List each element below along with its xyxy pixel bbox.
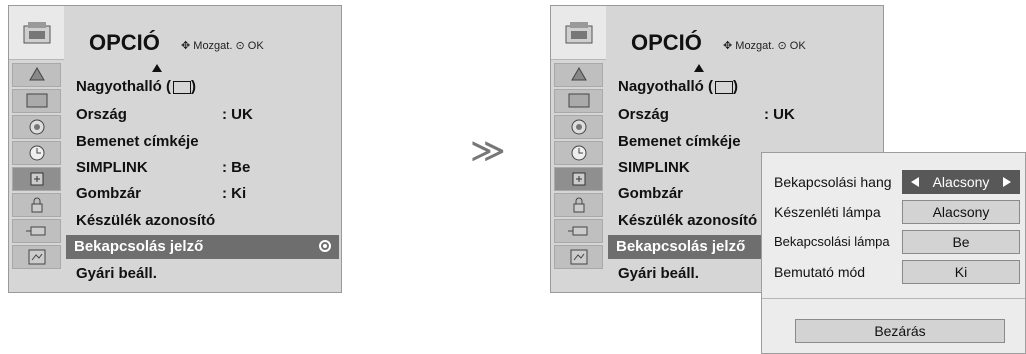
power-on-sound-select[interactable]: Alacsony [902, 170, 1020, 194]
ok-circle-icon: ⊙ [235, 40, 245, 52]
time-icon[interactable] [554, 141, 603, 165]
picture-icon[interactable] [554, 89, 603, 113]
menu-item-bemenet-cimkeje[interactable]: Bemenet címkéje [76, 130, 199, 154]
move-arrows-icon: ✥ [181, 40, 191, 52]
power-on-light-select[interactable]: Be [902, 230, 1020, 254]
time-icon[interactable] [12, 141, 61, 165]
menu-item-orszag[interactable]: Ország: UK [76, 103, 253, 127]
power-on-sound-label: Bekapcsolási hang [774, 174, 892, 190]
menu-item-keszulek-azonosito[interactable]: Készülék azonosító [618, 209, 757, 233]
category-sidebar [9, 6, 64, 292]
power-on-light-label: Bekapcsolási lámpa [774, 234, 890, 249]
menu-item-simplink[interactable]: SIMPLINK [618, 156, 690, 180]
category-sidebar [551, 6, 606, 292]
standby-light-label: Készenléti lámpa [774, 204, 881, 220]
menu-item-gombzar[interactable]: Gombzár: Ki [76, 182, 246, 206]
demo-mode-label: Bemutató mód [774, 264, 866, 280]
close-button[interactable]: Bezárás [795, 319, 1005, 343]
power-indicator-popup: Bekapcsolási hang Alacsony Készenléti lá… [761, 152, 1026, 354]
lock-icon[interactable] [554, 193, 603, 217]
navigation-hint: ✥ Mozgat. ⊙ OK [723, 40, 806, 52]
channel-icon[interactable] [12, 63, 61, 87]
scroll-up-icon[interactable] [152, 64, 162, 72]
menu-icon [9, 6, 64, 60]
menu-item-gyari-beall[interactable]: Gyári beáll. [76, 262, 157, 286]
usb-icon[interactable] [12, 245, 61, 269]
menu-item-bemenet-cimkeje[interactable]: Bemenet címkéje [618, 130, 741, 154]
caption-icon [173, 80, 192, 94]
audio-icon[interactable] [12, 115, 61, 139]
popup-divider [762, 298, 1025, 299]
demo-mode-select[interactable]: Ki [902, 260, 1020, 284]
move-arrows-icon: ✥ [723, 40, 733, 52]
standby-light-select[interactable]: Alacsony [902, 200, 1020, 224]
input-icon[interactable] [554, 219, 603, 243]
scroll-up-icon[interactable] [694, 64, 704, 72]
option-icon[interactable] [12, 167, 61, 191]
navigation-hint: ✥ Mozgat. ⊙ OK [181, 40, 264, 52]
menu-item-nagyothallo[interactable]: Nagyothalló () [76, 75, 196, 99]
arrow-right-icon[interactable] [1003, 177, 1011, 187]
menu-item-gyari-beall[interactable]: Gyári beáll. [618, 262, 699, 286]
menu-icon [551, 6, 606, 60]
menu-item-gombzar[interactable]: Gombzár [618, 182, 683, 206]
usb-icon[interactable] [554, 245, 603, 269]
menu-item-bekapcsolas-jelzo[interactable]: Bekapcsolás jelző [66, 235, 339, 259]
next-step-arrow-icon: ≫ [470, 131, 506, 171]
menu-item-keszulek-azonosito[interactable]: Készülék azonosító [76, 209, 215, 233]
menu-item-orszag[interactable]: Ország: UK [618, 103, 795, 127]
menu-item-simplink[interactable]: SIMPLINK: Be [76, 156, 250, 180]
caption-icon [715, 80, 734, 94]
channel-icon[interactable] [554, 63, 603, 87]
audio-icon[interactable] [554, 115, 603, 139]
menu-title: OPCIÓ [631, 30, 702, 55]
picture-icon[interactable] [12, 89, 61, 113]
option-icon[interactable] [554, 167, 603, 191]
menu-title: OPCIÓ [89, 30, 160, 55]
arrow-left-icon[interactable] [911, 177, 919, 187]
input-icon[interactable] [12, 219, 61, 243]
ok-circle-icon: ⊙ [777, 40, 787, 52]
menu-item-nagyothallo[interactable]: Nagyothalló () [618, 75, 738, 99]
ok-select-icon [319, 240, 331, 252]
option-menu-left: OPCIÓ ✥ Mozgat. ⊙ OK Nagyothalló () Orsz… [8, 5, 342, 293]
lock-icon[interactable] [12, 193, 61, 217]
